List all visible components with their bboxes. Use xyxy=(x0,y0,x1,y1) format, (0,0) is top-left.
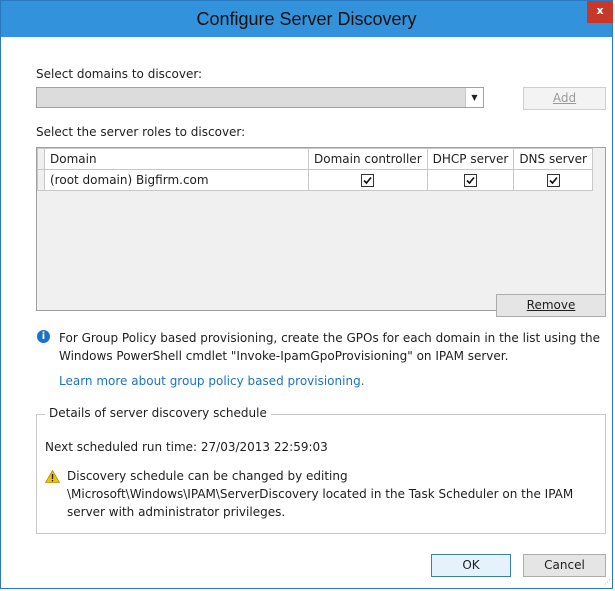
info-text: For Group Policy based provisioning, cre… xyxy=(59,331,600,363)
dhcp-server-cell xyxy=(426,169,515,191)
roles-grid[interactable]: Domain Domain controller DHCP server DNS… xyxy=(36,147,606,311)
cancel-button-label: Cancel xyxy=(544,558,585,572)
next-run-text: Next scheduled run time: 27/03/2013 22:5… xyxy=(45,440,328,454)
remove-button[interactable]: Remove xyxy=(496,294,606,317)
table-row[interactable]: (root domain) Bigfirm.com xyxy=(37,169,593,191)
dns-server-checkbox[interactable] xyxy=(546,174,560,187)
schedule-group: Details of server discovery schedule Nex… xyxy=(36,406,606,534)
column-header-dns-server[interactable]: DNS server xyxy=(513,148,593,170)
remove-button-label: Remove xyxy=(526,298,576,312)
dialog-title: Configure Server Discovery xyxy=(196,9,417,29)
select-roles-label: Select the server roles to discover: xyxy=(36,125,246,139)
ok-button-label: OK xyxy=(462,558,480,572)
add-button[interactable]: Add xyxy=(523,87,606,110)
add-button-label: Add xyxy=(552,91,577,105)
domain-controller-cell xyxy=(308,169,428,191)
domains-dropdown[interactable]: ▼ xyxy=(36,87,484,108)
dns-server-cell xyxy=(513,169,593,191)
dhcp-server-checkbox[interactable] xyxy=(463,174,477,187)
domain-controller-checkbox[interactable] xyxy=(361,174,375,187)
title-bar[interactable]: Configure Server Discovery x xyxy=(1,1,613,37)
resize-grip-icon[interactable]: ⋰ xyxy=(604,578,611,586)
chevron-down-icon[interactable]: ▼ xyxy=(465,88,483,107)
close-icon: x xyxy=(596,4,604,17)
column-header-domain-controller[interactable]: Domain controller xyxy=(308,148,428,170)
dialog-content: Select domains to discover: ▼ Add Select… xyxy=(1,37,612,588)
roles-table: Domain Domain controller DHCP server DNS… xyxy=(37,148,593,191)
ok-button[interactable]: OK xyxy=(431,554,511,577)
info-icon: i xyxy=(37,330,50,343)
close-button[interactable]: x xyxy=(587,1,613,23)
domain-cell: (root domain) Bigfirm.com xyxy=(44,169,309,191)
schedule-warning-text: Discovery schedule can be changed by edi… xyxy=(67,469,574,519)
row-header-corner xyxy=(37,148,45,170)
dialog-window: Configure Server Discovery x Select doma… xyxy=(0,0,613,589)
row-header[interactable] xyxy=(37,169,45,191)
cancel-button[interactable]: Cancel xyxy=(523,554,606,577)
column-header-domain[interactable]: Domain xyxy=(44,148,309,170)
group-policy-help-link[interactable]: Learn more about group policy based prov… xyxy=(59,374,365,388)
schedule-group-legend: Details of server discovery schedule xyxy=(45,406,271,420)
warning-icon xyxy=(44,469,61,486)
roles-header-row: Domain Domain controller DHCP server DNS… xyxy=(37,148,593,170)
column-header-dhcp-server[interactable]: DHCP server xyxy=(426,148,515,170)
select-domains-label: Select domains to discover: xyxy=(36,67,203,81)
